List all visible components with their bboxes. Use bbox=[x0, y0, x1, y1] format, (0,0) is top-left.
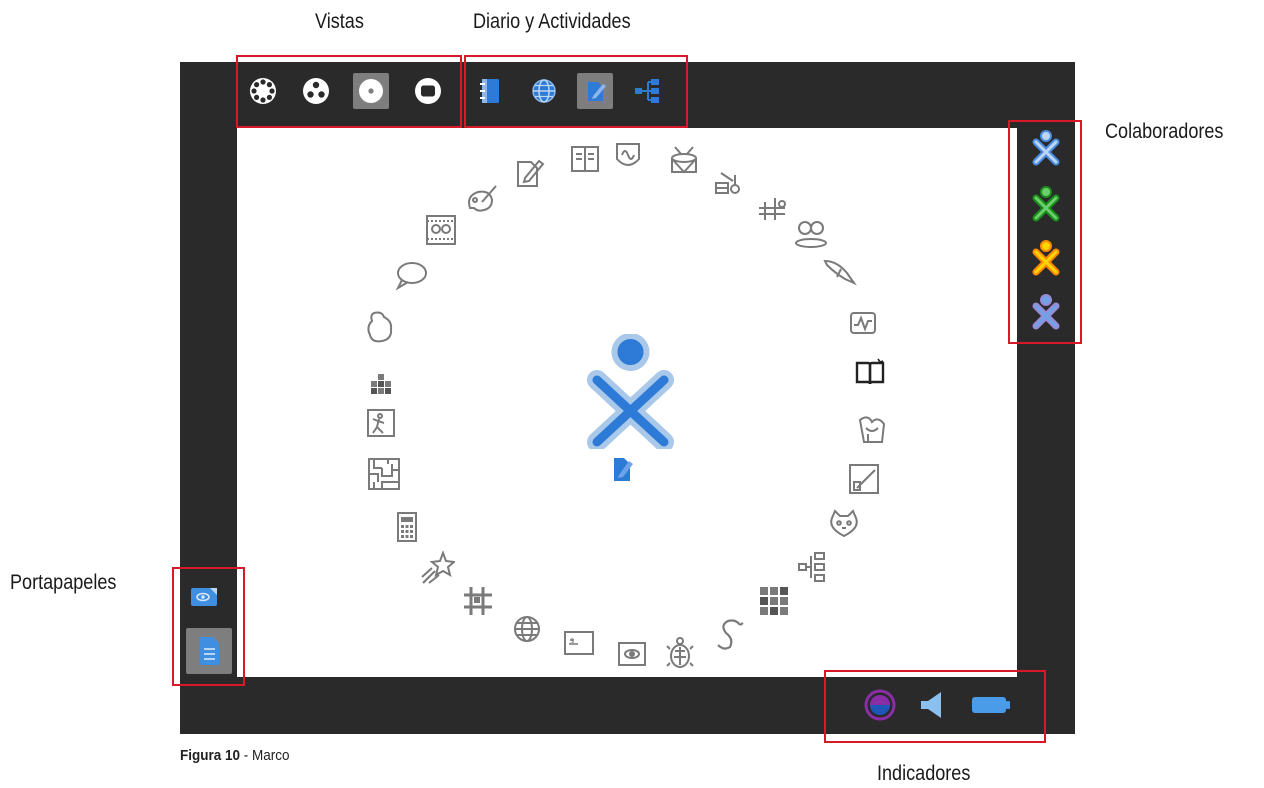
chat-grid-activity-icon[interactable] bbox=[459, 582, 497, 620]
record-activity-icon[interactable] bbox=[792, 214, 830, 252]
figure-number: Figura 10 bbox=[180, 747, 241, 764]
mindmap-activity-icon[interactable] bbox=[793, 548, 831, 586]
star-chart-activity-icon[interactable] bbox=[418, 548, 456, 586]
label-collaborators: Colaboradores bbox=[1105, 120, 1224, 143]
paint-activity-icon[interactable] bbox=[463, 180, 501, 218]
measure-activity-icon[interactable] bbox=[609, 136, 647, 174]
sudoku-activity-icon[interactable] bbox=[755, 582, 793, 620]
journal-highlight-box bbox=[464, 55, 688, 128]
tamtam-edit-activity-icon[interactable] bbox=[708, 164, 746, 202]
dolphin-activity-icon[interactable] bbox=[820, 252, 858, 290]
pippy-activity-icon[interactable] bbox=[712, 616, 750, 654]
label-journal-activities: Diario y Actividades bbox=[473, 10, 631, 33]
read-activity-icon[interactable] bbox=[566, 140, 604, 178]
paint-canvas-activity-icon[interactable] bbox=[845, 460, 883, 498]
chat-activity-icon[interactable] bbox=[392, 256, 430, 294]
speak-shape-activity-icon[interactable] bbox=[361, 308, 399, 346]
terminal-activity-icon[interactable]: $ bbox=[560, 624, 598, 662]
label-indicators: Indicadores bbox=[877, 762, 971, 785]
typing-turtle-activity-icon[interactable] bbox=[853, 410, 891, 448]
physics-activity-icon[interactable] bbox=[362, 404, 400, 442]
tamtam-synthlab-activity-icon[interactable] bbox=[753, 190, 791, 228]
calculate-activity-icon[interactable] bbox=[388, 508, 426, 546]
calendar-faces-activity-icon[interactable] bbox=[422, 211, 460, 249]
svg-text:$: $ bbox=[570, 637, 574, 645]
tamtam-jam-activity-icon[interactable] bbox=[665, 142, 703, 180]
wave-activity-icon[interactable] bbox=[844, 304, 882, 342]
label-views: Vistas bbox=[315, 10, 364, 33]
maze-activity-icon[interactable] bbox=[365, 455, 403, 493]
caption-separator: - bbox=[240, 747, 253, 764]
xo-owner-icon[interactable] bbox=[583, 333, 678, 452]
clipboard-highlight-box bbox=[172, 567, 245, 686]
collaborators-highlight-box bbox=[1008, 120, 1082, 344]
memorize-activity-icon[interactable] bbox=[362, 362, 400, 400]
turtle-art-activity-icon[interactable] bbox=[661, 634, 699, 672]
image-viewer-activity-icon[interactable] bbox=[613, 634, 651, 672]
indicators-highlight-box bbox=[824, 670, 1046, 743]
label-clipboard: Portapapeles bbox=[10, 571, 117, 594]
current-activity-write-icon[interactable] bbox=[611, 455, 635, 483]
browse-activity-icon[interactable] bbox=[508, 610, 546, 648]
figure-title: Marco bbox=[252, 747, 290, 764]
views-highlight-box bbox=[236, 55, 462, 128]
scratch-activity-icon[interactable] bbox=[825, 505, 863, 543]
figure-caption: Figura 10 - Marco bbox=[180, 747, 290, 764]
write-activity-icon[interactable] bbox=[510, 154, 548, 192]
book-activity-icon[interactable] bbox=[851, 353, 889, 391]
